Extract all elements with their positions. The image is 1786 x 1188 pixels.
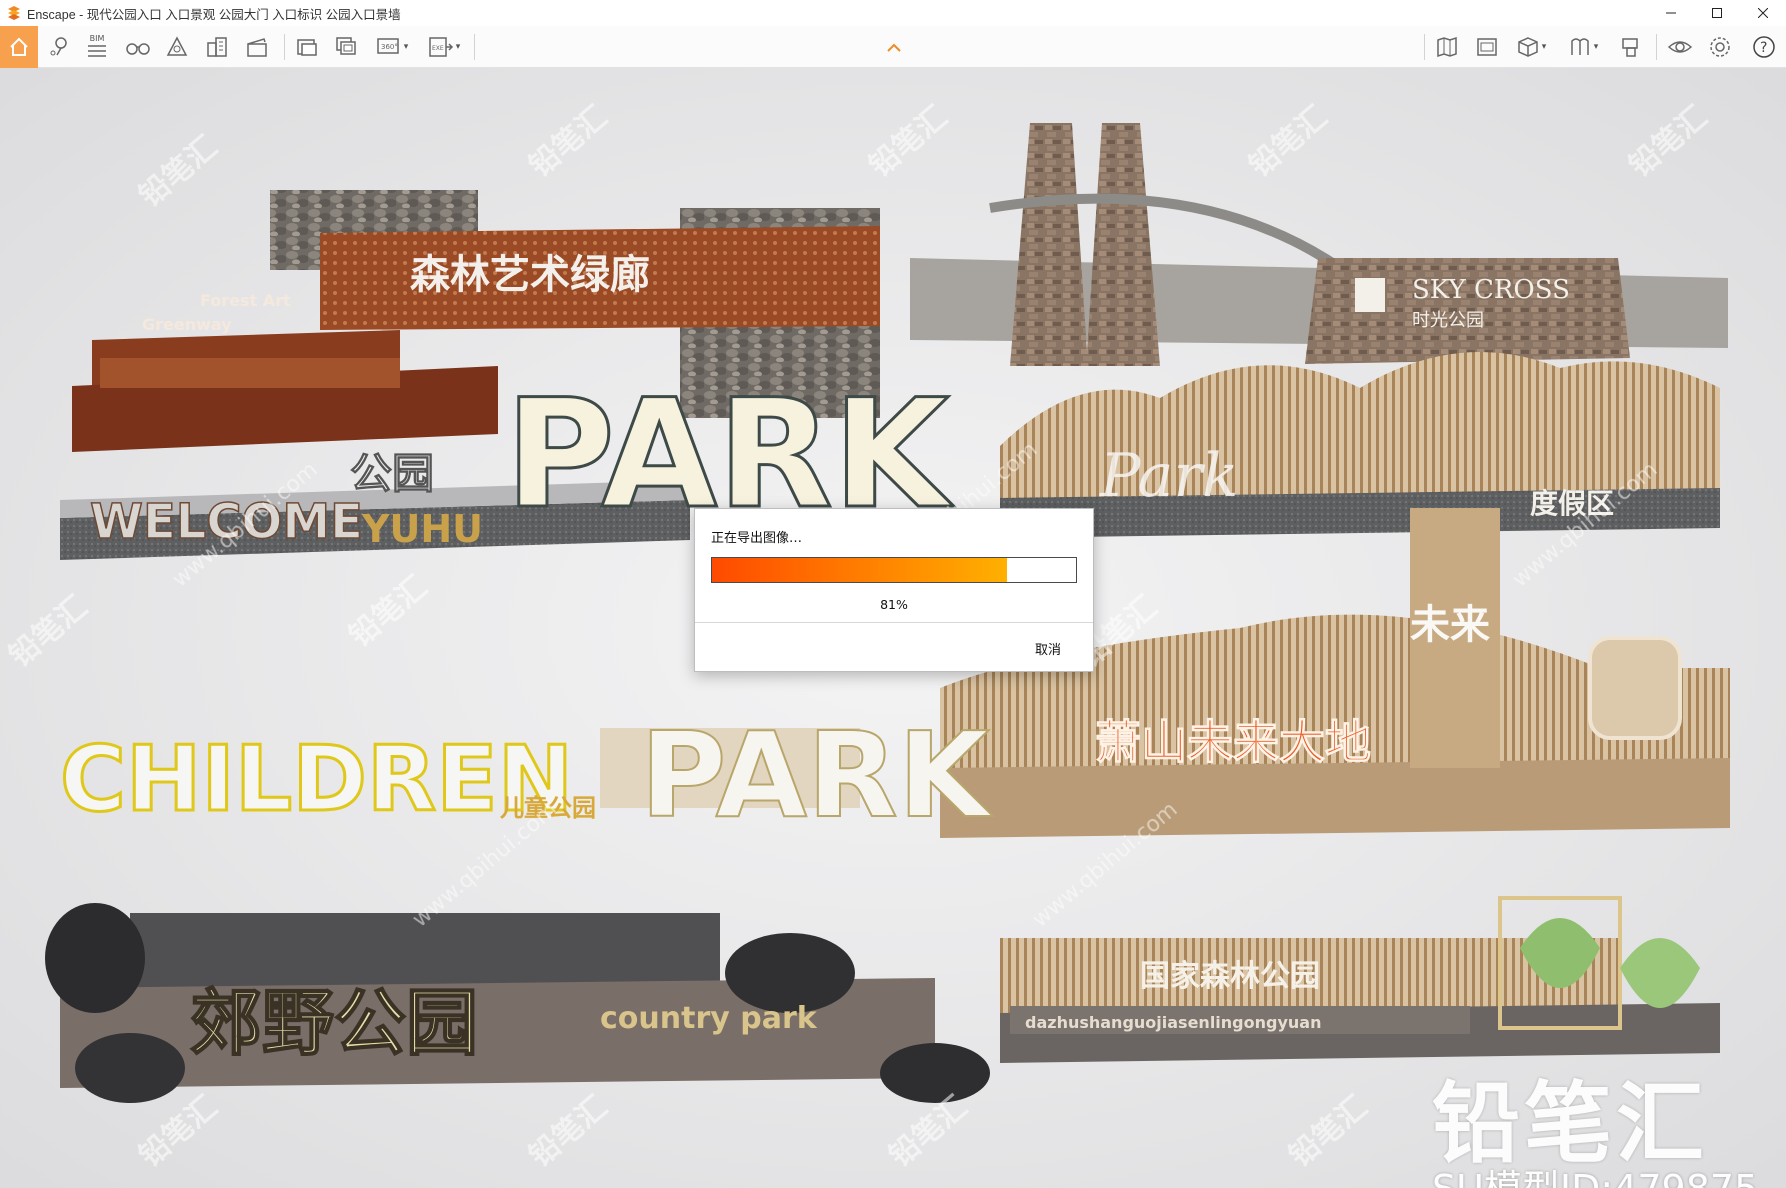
panorama-360-icon: 360°: [376, 38, 399, 54]
toolbar-separator: [474, 34, 475, 60]
toolbar-separator: [1656, 34, 1657, 60]
help-icon: ?: [1753, 36, 1775, 58]
sky-cross-cn-text: 时光公园: [1412, 310, 1484, 331]
settings-button[interactable]: [1704, 30, 1736, 64]
location-button[interactable]: [44, 30, 74, 64]
clapboard-icon: [247, 38, 267, 57]
building-icon: [207, 37, 227, 57]
chevron-down-icon[interactable]: ▾: [456, 42, 461, 52]
asset-library-icon: [166, 36, 188, 56]
yuhu-text: YUHU: [361, 507, 483, 551]
library-button[interactable]: [1616, 30, 1646, 64]
building-button[interactable]: [202, 30, 232, 64]
country-cn-text: 郊野公园: [190, 980, 478, 1065]
binoculars-icon: [126, 43, 150, 55]
dialog-title: 正在导出图像…: [711, 531, 803, 546]
screenshot-button[interactable]: [292, 30, 322, 64]
batch-render-button[interactable]: [332, 30, 362, 64]
panorama-button[interactable]: 360° ▾: [372, 30, 412, 64]
home-icon: [10, 37, 28, 56]
exe-label: EXE: [432, 45, 444, 52]
views-button[interactable]: [122, 30, 154, 64]
progress-percent: 81%: [880, 597, 908, 612]
country-en-text: country park: [600, 1001, 818, 1036]
cube-view-button[interactable]: ▾: [1510, 30, 1552, 64]
dialog-divider: [695, 622, 1093, 623]
library-icon: [1622, 38, 1638, 57]
close-icon: [1758, 8, 1768, 18]
collapse-toolbar-button[interactable]: [880, 40, 908, 56]
sky-cross-en-text: SKY CROSS: [1412, 275, 1570, 305]
gongyuan-text: 公园: [350, 449, 434, 498]
weilai-text: 未来: [1410, 602, 1490, 648]
minimize-icon: [1666, 12, 1676, 14]
screenshot-icon: [297, 39, 317, 56]
maximize-icon: [1712, 8, 1722, 18]
bim-label: BIM: [89, 34, 105, 43]
settings-icon: [1710, 37, 1730, 57]
visual-settings-button[interactable]: [1664, 30, 1696, 64]
minimize-button[interactable]: [1648, 0, 1694, 26]
map-button[interactable]: [1432, 30, 1462, 64]
exe-export-icon: EXE: [428, 37, 453, 57]
resort-script-text: Park: [1099, 441, 1239, 511]
greenway-text: Greenway: [142, 315, 232, 334]
video-editor-button[interactable]: [242, 30, 272, 64]
model-id-watermark: SU模型ID:479875: [1432, 1158, 1758, 1188]
help-button[interactable]: ?: [1748, 30, 1780, 64]
collapse-arrow-icon: [887, 43, 901, 52]
toolbar-separator: [284, 34, 285, 60]
window-title: Enscape - 现代公园入口 入口景观 公园大门 入口标识 公园入口景墙: [27, 7, 401, 22]
export-progress-dialog: 正在导出图像… 81% 取消: [694, 508, 1094, 672]
image-export-button[interactable]: [1472, 30, 1502, 64]
visual-settings-icon: [1667, 41, 1693, 53]
chevron-down-icon[interactable]: ▾: [1542, 42, 1547, 52]
chevron-down-icon[interactable]: ▾: [404, 42, 409, 52]
children-text: CHILDREN: [60, 727, 573, 832]
close-button[interactable]: [1740, 0, 1786, 26]
location-pin-icon: [50, 37, 67, 56]
toolbar-separator: [1424, 34, 1425, 60]
material-button[interactable]: ▾: [1562, 30, 1604, 64]
progress-fill: [712, 558, 1007, 582]
progress-bar: [711, 557, 1077, 583]
asset-library-button[interactable]: [162, 30, 192, 64]
pinyin-text: dazhushanguojiasenlingongyuan: [1025, 1013, 1321, 1032]
forest-art-en-text: Forest Art: [200, 291, 291, 310]
svg-text:?: ?: [1760, 40, 1767, 56]
home-button[interactable]: [0, 26, 38, 68]
national-forest-text: 国家森林公园: [1140, 959, 1320, 994]
title-bar: Enscape - 现代公园入口 入口景观 公园大门 入口标识 公园入口景墙: [0, 0, 1786, 26]
enscape-logo-icon: [8, 6, 20, 20]
material-icon: [1570, 38, 1589, 55]
map-icon: [1437, 36, 1457, 58]
bim-button[interactable]: BIM: [82, 30, 112, 64]
cube-view-icon: [1517, 37, 1538, 57]
exe-export-button[interactable]: EXE ▾: [424, 30, 464, 64]
panorama-label: 360°: [381, 43, 398, 51]
bim-icon: [88, 45, 106, 57]
xiaoshan-text: 萧山未来大地: [1095, 715, 1371, 769]
maximize-button[interactable]: [1694, 0, 1740, 26]
chevron-down-icon[interactable]: ▾: [1594, 42, 1599, 52]
cancel-button[interactable]: 取消: [1035, 639, 1061, 658]
forest-art-cn-text: 森林艺术绿廊: [410, 251, 650, 298]
batch-render-icon: [336, 37, 356, 55]
toolbar: BIM 360° ▾ EXE ▾ ▾ ▾ ?: [0, 26, 1786, 68]
park2-text: PARK: [640, 706, 994, 844]
image-export-icon: [1477, 38, 1497, 56]
